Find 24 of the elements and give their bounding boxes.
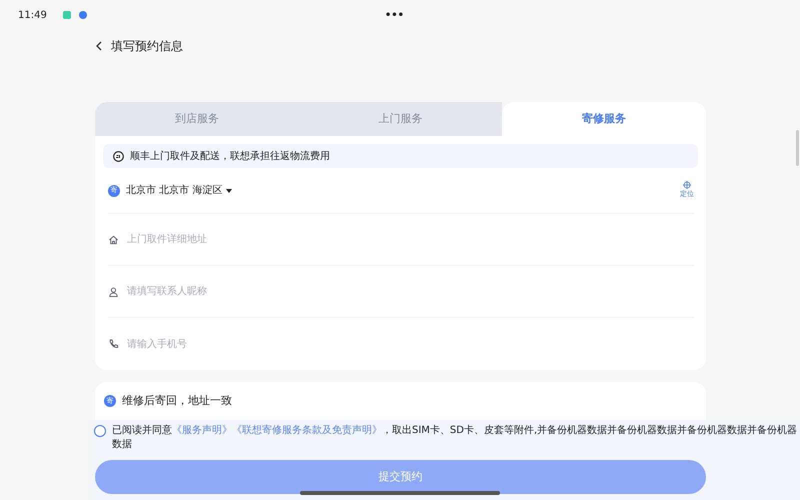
home-icon (108, 234, 119, 246)
agree-checkbox[interactable] (94, 425, 106, 437)
return-text: 维修后寄回，地址一致 (122, 392, 232, 409)
page-title: 填写预约信息 (111, 38, 183, 55)
service-tab[interactable]: 到店服务 (95, 102, 299, 136)
input-field[interactable]: 上门取件详细地址 (125, 231, 694, 248)
service-tab[interactable]: 上门服务 (298, 102, 502, 136)
terms-link[interactable]: 《服务声明》 (172, 425, 232, 436)
scrollbar (796, 130, 799, 166)
phone-icon (108, 338, 119, 350)
input-field[interactable]: 请输入手机号 (125, 336, 694, 352)
notice-text: 顺丰上门取件及配送，联想承担往返物流费用 (130, 150, 330, 164)
region-dropdown[interactable]: 北京市 北京市 海淀区 (126, 183, 232, 198)
person-icon (108, 286, 119, 298)
back-icon[interactable] (95, 41, 103, 51)
status-time: 11:49 (18, 8, 47, 22)
service-tab[interactable]: 寄修服务 (502, 102, 706, 136)
crosshair-icon (683, 181, 691, 190)
terms-link[interactable]: 《联想寄修服务条款及免责声明》 (232, 425, 382, 436)
more-dots[interactable]: ••• (384, 8, 404, 22)
input-field[interactable]: 请填写联系人昵称 (125, 283, 694, 300)
caret-icon (226, 188, 232, 192)
courier-icon (113, 150, 124, 162)
agreement-text: 已阅读并同意《服务声明》《联想寄修服务条款及免责声明》，取出SIM卡、SD卡、皮套等附件,并备份机器数据并备份机器数据并备份机器数据并备份机器数据 (112, 424, 798, 452)
